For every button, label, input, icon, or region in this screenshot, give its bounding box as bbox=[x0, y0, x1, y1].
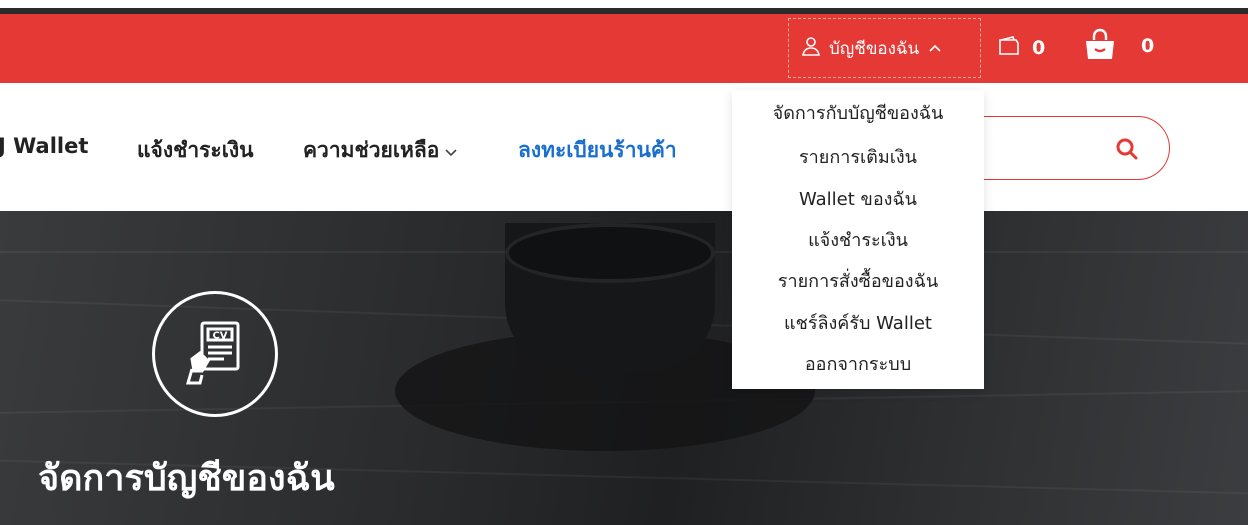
shopping-bag-icon bbox=[1083, 28, 1117, 65]
menu-item-my-wallet[interactable]: Wallet ของฉัน bbox=[732, 184, 984, 213]
nav-item-help[interactable]: ความช่วยเหลือ bbox=[303, 134, 457, 167]
cart-button[interactable]: 0 bbox=[1083, 24, 1154, 68]
wallet-button[interactable]: 0 bbox=[998, 28, 1045, 68]
user-icon bbox=[801, 36, 821, 61]
menu-item-my-orders[interactable]: รายการสั่งซื้อของฉัน bbox=[732, 266, 984, 295]
cv-badge-text: CV bbox=[212, 331, 227, 342]
page-title: จัดการบัญชีของฉัน bbox=[38, 458, 335, 499]
wallet-icon bbox=[998, 35, 1022, 62]
menu-item-topup-history[interactable]: รายการเติมเงิน bbox=[732, 142, 984, 171]
coffee-cup bbox=[505, 223, 715, 373]
menu-item-payment-notice[interactable]: แจ้งชำระเงิน bbox=[732, 225, 984, 254]
cart-count: 0 bbox=[1141, 35, 1155, 57]
menu-item-manage-account[interactable]: จัดการกับบัญชีของฉัน bbox=[732, 98, 984, 127]
chevron-up-icon bbox=[929, 41, 941, 56]
search-box[interactable] bbox=[960, 116, 1170, 180]
top-border bbox=[0, 0, 1248, 14]
chevron-down-icon bbox=[445, 145, 457, 161]
wallet-count: 0 bbox=[1032, 37, 1046, 59]
account-dropdown-menu: จัดการกับบัญชีของฉัน รายการเติมเงิน Wall… bbox=[732, 90, 984, 389]
hero-banner: CV จัดการบัญชีของฉัน bbox=[0, 211, 1248, 525]
menu-item-logout[interactable]: ออกจากระบบ bbox=[732, 349, 984, 378]
nav-item-payment-notice[interactable]: แจ้งชำระเงิน bbox=[137, 134, 253, 167]
nav-item-wallet[interactable]: J Wallet bbox=[0, 134, 88, 158]
search-icon[interactable] bbox=[1115, 137, 1139, 161]
account-menu-button[interactable]: บัญชีของฉัน bbox=[788, 18, 981, 78]
cv-document-icon: CV bbox=[152, 291, 278, 417]
top-bar bbox=[0, 14, 1248, 83]
menu-item-share-link[interactable]: แชร์ลิงค์รับ Wallet bbox=[732, 308, 984, 337]
nav-item-register-shop[interactable]: ลงทะเบียนร้านค้า bbox=[518, 134, 677, 167]
account-label: บัญชีของฉัน bbox=[829, 38, 920, 59]
